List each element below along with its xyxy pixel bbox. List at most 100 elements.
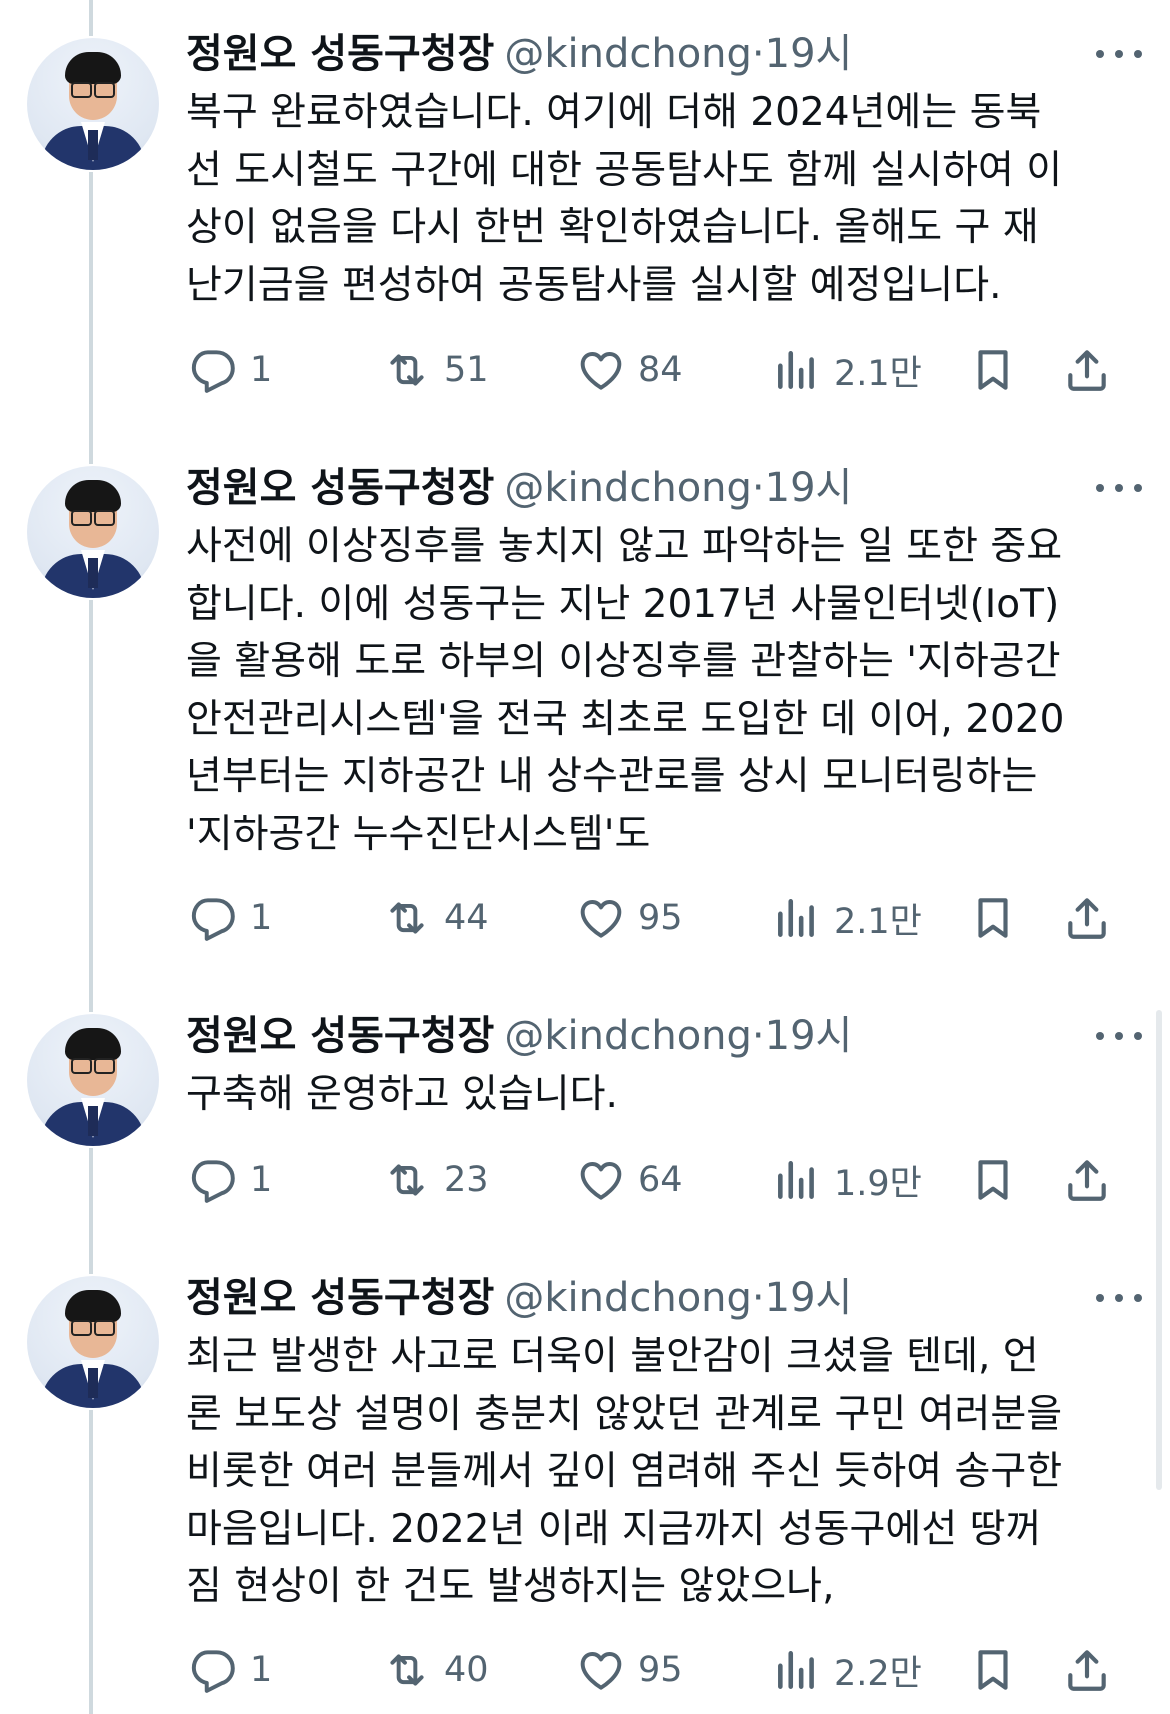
repost-button[interactable]: 23 (382, 1150, 489, 1210)
tweet-text-line: 구축해 운영하고 있습니다. (186, 1072, 618, 1117)
heart-icon (576, 345, 626, 395)
action-bar: 1 40 95 2.2만 (0, 1640, 1170, 1700)
author-handle[interactable]: @kindchong (504, 1013, 752, 1059)
like-button[interactable]: 64 (576, 1150, 683, 1210)
repost-icon (382, 345, 432, 395)
tweet-text-line: 론 보도상 설명이 충분치 않았던 관계로 구민 여러분을 (186, 1391, 1063, 1437)
views-icon (772, 1155, 822, 1205)
bookmark-icon (968, 1155, 1018, 1205)
thread-line (89, 0, 93, 36)
repost-count: 44 (444, 898, 489, 938)
tweet-text-line: 짐 현상이 한 건도 발생하지는 않았으나, (186, 1564, 835, 1609)
author-name[interactable]: 정원오 성동구청장 (186, 465, 494, 511)
separator-dot: · (751, 1275, 765, 1321)
tweet-text-line: 복구 완료하였습니다. 여기에 더해 2024년에는 동북 (186, 90, 1042, 135)
bookmark-icon (968, 1645, 1018, 1695)
reply-count: 1 (250, 898, 273, 938)
tweet-text: 복구 완료하였습니다. 여기에 더해 2024년에는 동북 선 도시철도 구간에… (186, 84, 1146, 314)
tweet-text-line: 년부터는 지하공간 내 상수관로를 상시 모니터링하는 (186, 754, 1038, 799)
separator-dot: · (751, 31, 765, 77)
like-button[interactable]: 95 (576, 888, 683, 948)
separator-dot: · (751, 1013, 765, 1059)
views-button[interactable]: 2.1만 (772, 340, 922, 400)
views-icon (772, 893, 822, 943)
tweet-text-line: 최근 발생한 사고로 더욱이 불안감이 크셨을 텐데, 언 (186, 1334, 1039, 1379)
bookmark-icon (968, 345, 1018, 395)
repost-button[interactable]: 51 (382, 340, 489, 400)
action-bar: 1 23 64 1.9만 (0, 1150, 1170, 1210)
reply-count: 1 (250, 1650, 273, 1690)
more-icon[interactable] (1096, 478, 1142, 498)
reply-button[interactable]: 1 (188, 1150, 272, 1210)
tweet-text-line: 을 활용해 도로 하부의 이상징후를 관찰하는 '지하공간 (186, 639, 1061, 684)
like-count: 84 (638, 350, 683, 390)
author-handle[interactable]: @kindchong (504, 465, 752, 511)
reply-button[interactable]: 1 (188, 1640, 272, 1700)
timestamp[interactable]: 19시 (765, 31, 853, 77)
reply-icon (188, 1645, 238, 1695)
views-button[interactable]: 2.2만 (772, 1640, 922, 1700)
reply-icon (188, 345, 238, 395)
share-button[interactable] (1062, 1150, 1112, 1210)
repost-icon (382, 893, 432, 943)
views-icon (772, 345, 822, 395)
tweet-header: 정원오 성동구청장 @kindchong·19시 (186, 1008, 852, 1064)
reply-button[interactable]: 1 (188, 340, 272, 400)
author-handle[interactable]: @kindchong (504, 31, 752, 77)
avatar[interactable] (27, 1276, 159, 1408)
heart-icon (576, 1155, 626, 1205)
views-button[interactable]: 1.9만 (772, 1150, 922, 1210)
avatar[interactable] (27, 466, 159, 598)
more-icon[interactable] (1096, 1288, 1142, 1308)
bookmark-button[interactable] (968, 888, 1018, 948)
heart-icon (576, 893, 626, 943)
author-handle[interactable]: @kindchong (504, 1275, 752, 1321)
author-name[interactable]: 정원오 성동구청장 (186, 31, 494, 77)
action-bar: 1 44 95 2.1만 (0, 888, 1170, 948)
timestamp[interactable]: 19시 (765, 1013, 853, 1059)
repost-icon (382, 1155, 432, 1205)
views-count: 2.2만 (834, 1653, 922, 1694)
thread-line (89, 172, 93, 464)
share-button[interactable] (1062, 888, 1112, 948)
bookmark-icon (968, 893, 1018, 943)
repost-button[interactable]: 44 (382, 888, 489, 948)
like-button[interactable]: 84 (576, 340, 683, 400)
more-icon[interactable] (1096, 44, 1142, 64)
tweet-header: 정원오 성동구청장 @kindchong·19시 (186, 26, 852, 82)
reply-icon (188, 893, 238, 943)
reply-count: 1 (250, 1160, 273, 1200)
reply-count: 1 (250, 350, 273, 390)
more-icon[interactable] (1096, 1026, 1142, 1046)
author-name[interactable]: 정원오 성동구청장 (186, 1275, 494, 1321)
tweet-text-line: 마음입니다. 2022년 이래 지금까지 성동구에선 땅꺼 (186, 1506, 1042, 1552)
views-count: 1.9만 (834, 1163, 922, 1204)
reply-button[interactable]: 1 (188, 888, 272, 948)
bookmark-button[interactable] (968, 1640, 1018, 1700)
timestamp[interactable]: 19시 (765, 465, 853, 511)
share-button[interactable] (1062, 340, 1112, 400)
tweet-header: 정원오 성동구청장 @kindchong·19시 (186, 460, 852, 516)
tweet-text: 최근 발생한 사고로 더욱이 불안감이 크셨을 텐데, 언 론 보도상 설명이 … (186, 1328, 1146, 1616)
author-name[interactable]: 정원오 성동구청장 (186, 1013, 494, 1059)
bookmark-button[interactable] (968, 340, 1018, 400)
scrollbar[interactable] (1156, 1010, 1162, 1490)
tweet-text-line: 사전에 이상징후를 놓치지 않고 파악하는 일 또한 중요 (186, 524, 1063, 569)
tweet-text-line: 비롯한 여러 분들께서 깊이 염려해 주신 듯하여 송구한 (186, 1449, 1063, 1494)
share-button[interactable] (1062, 1640, 1112, 1700)
tweet-text-line: 선 도시철도 구간에 대한 공동탐사도 함께 실시하여 이 (186, 147, 1063, 193)
thread-line (89, 600, 93, 1012)
share-icon (1062, 345, 1112, 395)
views-button[interactable]: 2.1만 (772, 888, 922, 948)
heart-icon (576, 1645, 626, 1695)
tweet-text-line: 합니다. 이에 성동구는 지난 2017년 사물인터넷(IoT) (186, 581, 1060, 627)
timestamp[interactable]: 19시 (765, 1275, 853, 1321)
tweet-text: 사전에 이상징후를 놓치지 않고 파악하는 일 또한 중요 합니다. 이에 성동… (186, 518, 1146, 863)
like-button[interactable]: 95 (576, 1640, 683, 1700)
like-count: 64 (638, 1160, 683, 1200)
like-count: 95 (638, 1650, 683, 1690)
repost-button[interactable]: 40 (382, 1640, 489, 1700)
avatar[interactable] (27, 1014, 159, 1146)
bookmark-button[interactable] (968, 1150, 1018, 1210)
avatar[interactable] (27, 38, 159, 170)
